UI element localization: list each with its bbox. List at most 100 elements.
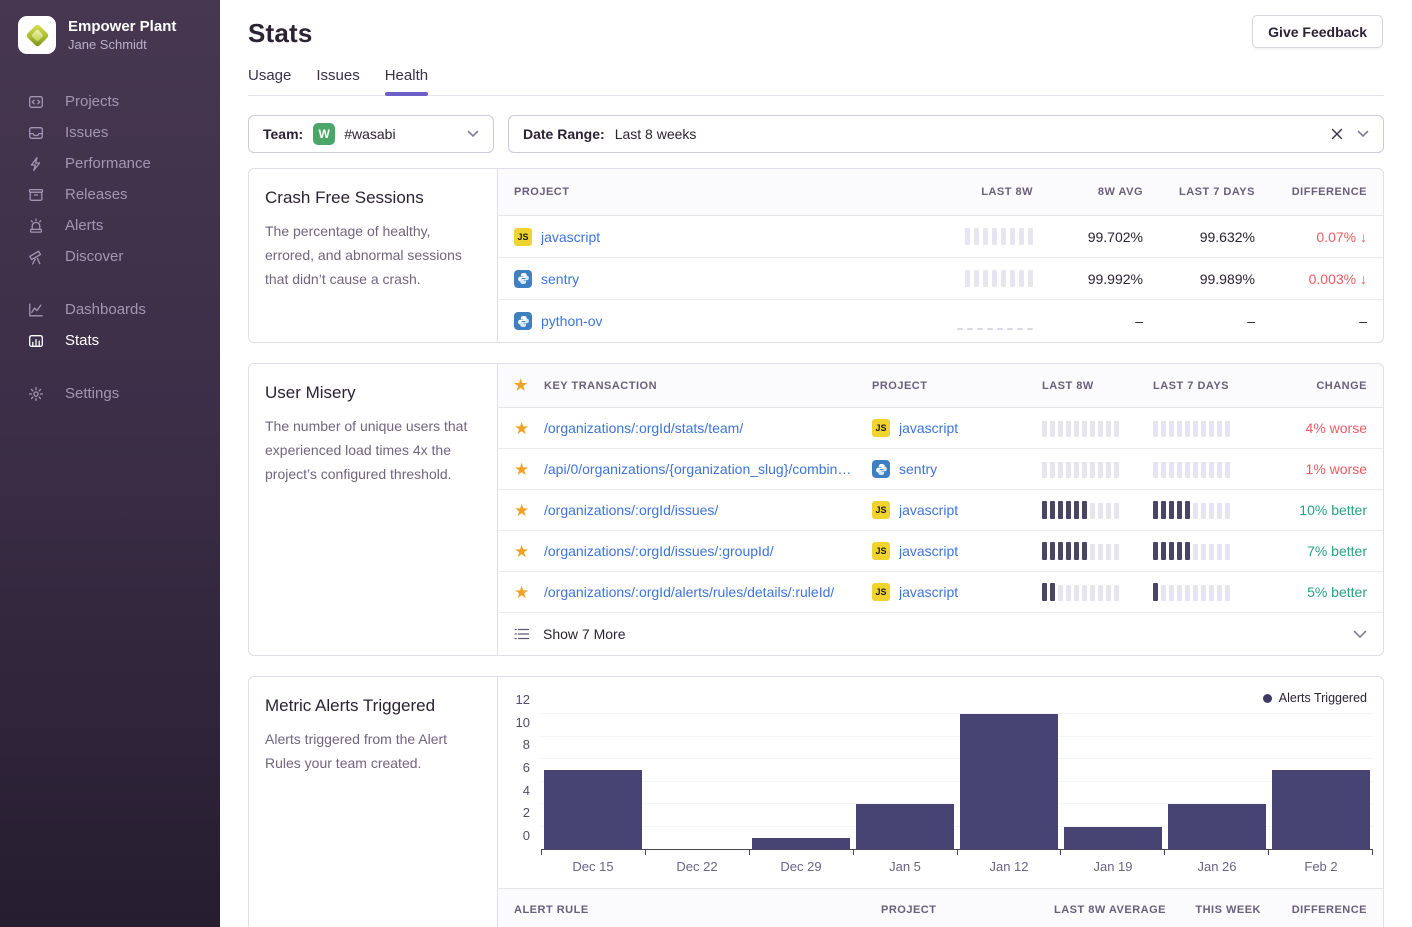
tab-issues[interactable]: Issues	[316, 67, 359, 95]
chart-bar-jan-26[interactable]	[1168, 804, 1266, 849]
star-icon[interactable]: ★	[514, 583, 529, 602]
panel-description: The percentage of healthy, errored, and …	[265, 219, 479, 291]
legend-label: Alerts Triggered	[1279, 691, 1367, 705]
misery-score-bar	[1042, 419, 1153, 437]
panel-description: Alerts triggered from the Alert Rules yo…	[265, 727, 479, 775]
sidebar-item-label: Discover	[65, 248, 123, 265]
chart-bar-jan-12[interactable]	[960, 714, 1058, 849]
releases-icon	[28, 187, 44, 203]
health-sparkline	[957, 313, 1033, 330]
give-feedback-button[interactable]: Give Feedback	[1252, 15, 1383, 48]
org-user-name: Jane Schmidt	[68, 36, 176, 53]
close-icon[interactable]	[1331, 128, 1343, 140]
panel-title: Metric Alerts Triggered	[265, 696, 479, 716]
sidebar-item-label: Performance	[65, 155, 151, 172]
misery-score-bar	[1042, 460, 1153, 478]
filter-row: Team: W #wasabi Date Range: Last 8 weeks	[248, 115, 1384, 153]
misery-score-bar	[1153, 583, 1265, 601]
list-icon	[514, 626, 530, 642]
javascript-platform-icon: JS	[872, 583, 890, 601]
y-tick-label: 10	[516, 715, 530, 730]
change-value: 4% worse	[1306, 420, 1367, 436]
crash-free-sessions-panel: Crash Free Sessions The percentage of he…	[248, 168, 1384, 343]
org-logo-icon	[18, 16, 56, 54]
project-link[interactable]: python-ov	[541, 313, 602, 329]
chart-bar-feb-2[interactable]	[1272, 770, 1370, 849]
team-select[interactable]: Team: W #wasabi	[248, 115, 494, 153]
project-link[interactable]: javascript	[541, 229, 600, 245]
alert-rule-table-header: ALERT RULEPROJECT LAST 8W AVERAGETHIS WE…	[498, 888, 1383, 927]
transaction-link[interactable]: /organizations/:orgId/alerts/rules/detai…	[544, 584, 834, 600]
javascript-platform-icon: JS	[514, 228, 532, 246]
transaction-link[interactable]: /organizations/:orgId/issues/	[544, 502, 718, 518]
discover-icon	[28, 249, 44, 265]
misery-score-bar	[1153, 501, 1265, 519]
transaction-link[interactable]: /organizations/:orgId/stats/team/	[544, 420, 743, 436]
sidebar-item-label: Issues	[65, 124, 108, 141]
project-link[interactable]: sentry	[541, 271, 579, 287]
sidebar-nav: Projects Issues Performance Releases Ale…	[0, 86, 220, 409]
chart-bar-jan-5[interactable]	[856, 804, 954, 849]
star-icon[interactable]: ★	[514, 460, 529, 479]
y-tick-label: 6	[523, 760, 530, 775]
sidebar-item-projects[interactable]: Projects	[0, 86, 220, 117]
x-tick-label: Dec 15	[541, 859, 645, 874]
python-platform-icon	[514, 312, 532, 330]
sidebar-item-stats[interactable]: Stats	[0, 325, 220, 356]
chevron-down-icon[interactable]	[1357, 130, 1369, 138]
table-row: ★ /organizations/:orgId/issues/:groupId/…	[498, 531, 1383, 572]
misery-table-header: ★ KEY TRANSACTIONPROJECTLAST 8WLAST 7 DA…	[498, 364, 1383, 408]
last-7-days-value: 99.632%	[1200, 229, 1255, 245]
star-icon[interactable]: ★	[514, 501, 529, 520]
project-link[interactable]: javascript	[899, 502, 958, 518]
sidebar-item-label: Projects	[65, 93, 119, 110]
sidebar-item-issues[interactable]: Issues	[0, 117, 220, 148]
tab-health[interactable]: Health	[385, 67, 428, 95]
stats-icon	[28, 333, 44, 349]
star-icon[interactable]: ★	[514, 542, 529, 561]
org-switcher[interactable]: Empower Plant Jane Schmidt	[0, 0, 220, 68]
health-sparkline	[965, 228, 1033, 245]
avg-8w-value: 99.702%	[1088, 229, 1143, 245]
chart-bar-dec-15[interactable]	[544, 770, 642, 849]
misery-score-bar	[1153, 542, 1265, 560]
settings-icon	[28, 386, 44, 402]
transaction-link[interactable]: /organizations/:orgId/issues/:groupId/	[544, 543, 774, 559]
project-link[interactable]: javascript	[899, 584, 958, 600]
y-tick-label: 12	[516, 692, 530, 707]
sidebar-item-alerts[interactable]: Alerts	[0, 210, 220, 241]
legend-dot-icon	[1263, 694, 1272, 703]
y-tick-label: 4	[523, 783, 530, 798]
misery-score-bar	[1153, 419, 1265, 437]
performance-icon	[28, 156, 44, 172]
dashboards-icon	[28, 302, 44, 318]
chart-bar-dec-29[interactable]	[752, 838, 850, 849]
last-7-days-value: –	[1247, 313, 1255, 329]
alerts-triggered-chart: Alerts Triggered 024681012 Dec 15Dec 22D…	[498, 677, 1383, 874]
panel-title: User Misery	[265, 383, 479, 403]
show-more-button[interactable]: Show 7 More	[498, 613, 1383, 655]
project-link[interactable]: sentry	[899, 461, 937, 477]
tab-usage[interactable]: Usage	[248, 67, 291, 95]
sidebar-item-discover[interactable]: Discover	[0, 241, 220, 272]
date-range-select[interactable]: Date Range: Last 8 weeks	[508, 115, 1384, 153]
sidebar-item-settings[interactable]: Settings	[0, 378, 220, 409]
chart-bar-jan-19[interactable]	[1064, 827, 1162, 850]
sidebar-item-releases[interactable]: Releases	[0, 179, 220, 210]
project-link[interactable]: javascript	[899, 420, 958, 436]
x-tick-label: Jan 12	[957, 859, 1061, 874]
table-row: ★ /api/0/organizations/{organization_slu…	[498, 449, 1383, 490]
star-icon[interactable]: ★	[514, 419, 529, 438]
javascript-platform-icon: JS	[872, 501, 890, 519]
misery-score-bar	[1042, 583, 1153, 601]
transaction-link[interactable]: /api/0/organizations/{organization_slug}…	[544, 461, 858, 477]
date-range-label: Date Range:	[523, 126, 605, 142]
project-link[interactable]: javascript	[899, 543, 958, 559]
x-tick-label: Jan 5	[853, 859, 957, 874]
y-tick-label: 8	[523, 737, 530, 752]
last-7-days-value: 99.989%	[1200, 271, 1255, 287]
sidebar-item-dashboards[interactable]: Dashboards	[0, 294, 220, 325]
sidebar-item-label: Alerts	[65, 217, 103, 234]
javascript-platform-icon: JS	[872, 542, 890, 560]
sidebar-item-performance[interactable]: Performance	[0, 148, 220, 179]
